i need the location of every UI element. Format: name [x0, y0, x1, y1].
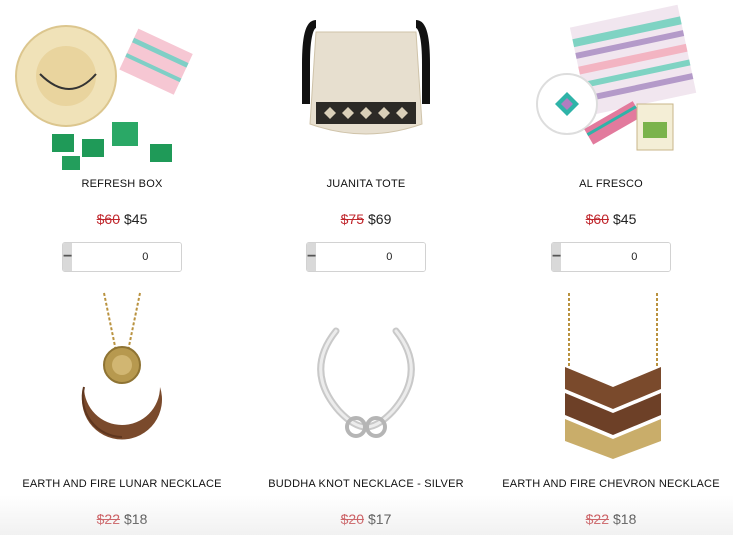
- product-price: $75 $69: [244, 211, 488, 227]
- original-price: $20: [340, 511, 364, 527]
- sale-price: $69: [368, 211, 392, 227]
- product-name[interactable]: AL FRESCO: [489, 178, 733, 190]
- decrease-button[interactable]: −: [307, 243, 317, 271]
- buddha-knot-necklace-image[interactable]: [244, 291, 488, 461]
- product-name[interactable]: REFRESH BOX: [0, 178, 244, 190]
- original-price: $60: [585, 211, 609, 227]
- sale-price: $18: [613, 511, 637, 527]
- quantity-input[interactable]: [316, 243, 425, 271]
- product-card-al-fresco[interactable]: AL FRESCO $60$45 − +: [489, 0, 733, 280]
- product-card-lunar-necklace[interactable]: EARTH AND FIRE LUNAR NECKLACE $22 $18: [0, 285, 244, 535]
- product-price: $22 $18: [0, 511, 244, 527]
- quantity-stepper[interactable]: − +: [62, 242, 182, 272]
- al-fresco-image[interactable]: [489, 4, 733, 174]
- quantity-stepper[interactable]: − +: [306, 242, 426, 272]
- product-name[interactable]: EARTH AND FIRE LUNAR NECKLACE: [0, 478, 244, 490]
- juanita-tote-image[interactable]: [244, 4, 488, 174]
- quantity-input[interactable]: [72, 243, 181, 271]
- product-card-refresh-box[interactable]: REFRESH BOX $60$45 − +: [0, 0, 244, 280]
- product-price: $20 $17: [244, 511, 488, 527]
- chevron-necklace-image[interactable]: [489, 291, 733, 461]
- product-name[interactable]: JUANITA TOTE: [244, 178, 488, 190]
- product-price: $60 $45: [489, 211, 733, 227]
- quantity-stepper[interactable]: − +: [551, 242, 671, 272]
- original-price: $22: [585, 511, 609, 527]
- lunar-necklace-image[interactable]: [0, 291, 244, 461]
- quantity-input[interactable]: [561, 243, 670, 271]
- product-price: $22 $18: [489, 511, 733, 527]
- decrease-button[interactable]: −: [552, 243, 562, 271]
- product-card-buddha-knot-necklace[interactable]: BUDDHA KNOT NECKLACE - SILVER $20 $17: [244, 285, 488, 535]
- product-name[interactable]: BUDDHA KNOT NECKLACE - SILVER: [244, 478, 488, 490]
- original-price: $22: [96, 511, 120, 527]
- product-card-chevron-necklace[interactable]: EARTH AND FIRE CHEVRON NECKLACE $22 $18: [489, 285, 733, 535]
- product-name[interactable]: EARTH AND FIRE CHEVRON NECKLACE: [489, 478, 733, 490]
- original-price: $75: [340, 211, 364, 227]
- product-price: $60 $45: [0, 211, 244, 227]
- decrease-button[interactable]: −: [63, 243, 73, 271]
- sale-price: $18: [124, 511, 148, 527]
- sale-price: $45: [124, 211, 148, 227]
- refresh-box-image[interactable]: [0, 4, 244, 174]
- sale-price: $45: [613, 211, 637, 227]
- original-price: $60: [96, 211, 120, 227]
- product-card-juanita-tote[interactable]: JUANITA TOTE $75$69 − +: [244, 0, 488, 280]
- sale-price: $17: [368, 511, 392, 527]
